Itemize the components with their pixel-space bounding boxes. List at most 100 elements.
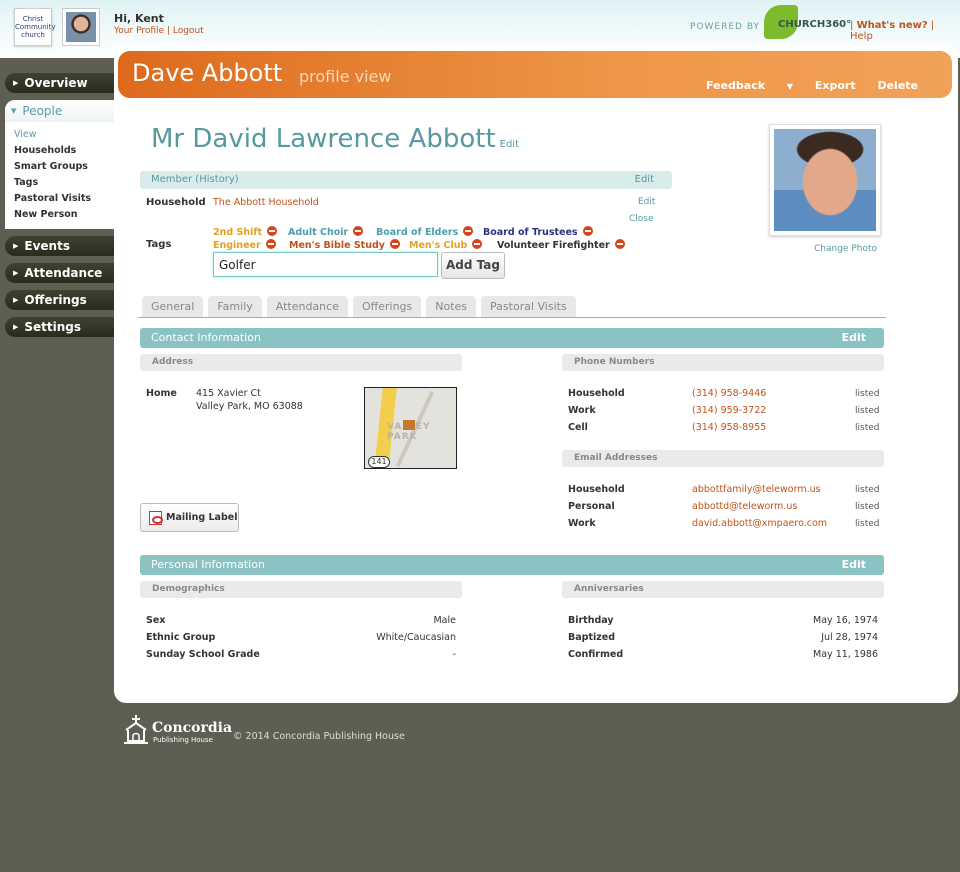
add-tag-button[interactable]: Add Tag: [441, 252, 505, 279]
sidebar-item-label: Overview: [24, 76, 88, 90]
address-header: Address: [140, 354, 462, 371]
tag-label[interactable]: Men's Bible Study: [289, 240, 385, 251]
address-map[interactable]: VALLEY PARK 141: [364, 387, 457, 469]
tag-label[interactable]: Board of Trustees: [483, 227, 578, 238]
remove-tag-icon[interactable]: [463, 226, 474, 236]
sidebar-subitem-tags[interactable]: Tags: [5, 175, 114, 191]
sidebar-item-offerings[interactable]: ▶ Offerings: [5, 290, 114, 310]
tag-label[interactable]: 2nd Shift: [213, 227, 262, 238]
sidebar-item-events[interactable]: ▶ Events: [5, 236, 114, 256]
tag-item: Engineer: [213, 239, 276, 251]
anniversary-value: May 16, 1974: [813, 615, 878, 626]
mailing-label-button[interactable]: Mailing Label: [140, 503, 239, 532]
demographic-value: -: [452, 649, 456, 660]
sidebar-subitem-new-person[interactable]: New Person: [5, 207, 114, 223]
sidebar-subitem-smart-groups[interactable]: Smart Groups: [5, 159, 114, 175]
powered-by: POWERED BY: [690, 22, 761, 32]
sidebar-item-overview[interactable]: ▶ Overview: [5, 73, 114, 93]
whats-new-link[interactable]: What's new?: [857, 20, 928, 31]
section-title: Contact Information: [151, 331, 261, 344]
member-status[interactable]: Member (History): [151, 174, 239, 185]
sidebar-subitem-households[interactable]: Households: [5, 143, 114, 159]
full-name: Mr David Lawrence Abbott: [151, 124, 496, 154]
chevron-right-icon: ▶: [13, 296, 19, 304]
phone-value[interactable]: (314) 958-8955: [692, 422, 766, 433]
demographic-label: Sunday School Grade: [146, 649, 260, 660]
profile-photo-image: [774, 129, 876, 231]
phone-value[interactable]: (314) 958-9446: [692, 388, 766, 399]
church360-logo[interactable]: CHURCH360°: [764, 5, 851, 41]
phone-value[interactable]: (314) 959-3722: [692, 405, 766, 416]
sidebar-item-attendance[interactable]: ▶ Attendance: [5, 263, 114, 283]
demographics-header: Demographics: [140, 581, 462, 598]
tag-label[interactable]: Engineer: [213, 240, 261, 251]
household-edit-link[interactable]: Edit: [638, 197, 655, 207]
remove-tag-icon[interactable]: [582, 226, 593, 236]
tab-pastoral-visits[interactable]: Pastoral Visits: [481, 296, 576, 317]
sidebar: ▶ Overview ▼ People View Households Smart …: [0, 73, 114, 344]
tab-notes[interactable]: Notes: [426, 296, 477, 317]
feedback-label: Feedback: [706, 79, 766, 92]
church-logo[interactable]: Christ Community church: [14, 8, 56, 46]
top-links: | What's new? | Help: [850, 20, 960, 42]
tab-divider: [138, 317, 886, 318]
avatar[interactable]: [62, 8, 100, 46]
remove-tag-icon[interactable]: [353, 226, 364, 236]
chevron-right-icon: ▶: [13, 242, 19, 250]
contact-edit-link[interactable]: Edit: [842, 328, 866, 348]
chevron-down-icon: ▼: [11, 107, 17, 115]
tag-input[interactable]: [213, 252, 438, 277]
tab-family[interactable]: Family: [208, 296, 262, 317]
email-label: Work: [568, 518, 596, 529]
remove-tag-icon[interactable]: [265, 239, 276, 249]
remove-tag-icon[interactable]: [267, 226, 278, 236]
household-label: Household: [146, 197, 206, 208]
email-value[interactable]: abbottfamily@teleworm.us: [692, 484, 821, 495]
tag-label[interactable]: Volunteer Firefighter: [497, 240, 610, 251]
feedback-button[interactable]: Feedback ▼: [688, 79, 793, 92]
sidebar-item-people[interactable]: ▼ People: [5, 100, 114, 122]
edit-name-link[interactable]: Edit: [500, 139, 519, 150]
tag-item: Board of Trustees: [483, 226, 593, 238]
email-status: listed: [855, 502, 880, 512]
tag-label[interactable]: Men's Club: [409, 240, 467, 251]
house-pin-icon: [403, 420, 415, 430]
tag-item: Board of Elders: [376, 226, 474, 238]
household-link[interactable]: The Abbott Household: [213, 197, 319, 208]
change-photo-link[interactable]: Change Photo: [814, 244, 877, 254]
sidebar-item-label: People: [22, 104, 63, 118]
anniversary-label: Baptized: [568, 632, 616, 643]
separator: |: [166, 26, 170, 36]
tab-offerings[interactable]: Offerings: [352, 296, 422, 317]
tab-attendance[interactable]: Attendance: [266, 296, 348, 317]
route-shield: 141: [368, 456, 390, 468]
sidebar-item-settings[interactable]: ▶ Settings: [5, 317, 114, 337]
sidebar-item-label: Offerings: [24, 293, 87, 307]
member-edit-link[interactable]: Edit: [635, 171, 654, 189]
email-value[interactable]: david.abbott@xmpaero.com: [692, 518, 827, 529]
delete-button[interactable]: Delete: [877, 79, 918, 92]
remove-tag-icon[interactable]: [614, 239, 625, 249]
export-button[interactable]: Export: [815, 79, 856, 92]
sidebar-subitem-pastoral-visits[interactable]: Pastoral Visits: [5, 191, 114, 207]
phone-label: Household: [568, 388, 625, 399]
help-link[interactable]: Help: [850, 31, 873, 42]
church-icon: [124, 715, 148, 744]
tag-label[interactable]: Adult Choir: [288, 227, 348, 238]
remove-tag-icon[interactable]: [472, 239, 483, 249]
your-profile-link[interactable]: Your Profile: [114, 26, 164, 36]
tag-item: 2nd Shift: [213, 226, 278, 238]
tags-close-link[interactable]: Close: [629, 214, 654, 224]
profile-links: Your Profile | Logout: [114, 26, 204, 36]
concordia-logo[interactable]: Concordia Publishing House: [120, 714, 232, 746]
logout-link[interactable]: Logout: [173, 26, 204, 36]
email-value[interactable]: abbottd@teleworm.us: [692, 501, 797, 512]
personal-edit-link[interactable]: Edit: [842, 555, 866, 575]
tab-general[interactable]: General: [142, 296, 204, 317]
phone-label: Cell: [568, 422, 588, 433]
remove-tag-icon[interactable]: [389, 239, 400, 249]
demographic-label: Sex: [146, 615, 166, 626]
sidebar-subitem-view[interactable]: View: [5, 127, 114, 143]
tag-item: Men's Club: [409, 239, 483, 251]
tag-label[interactable]: Board of Elders: [376, 227, 458, 238]
